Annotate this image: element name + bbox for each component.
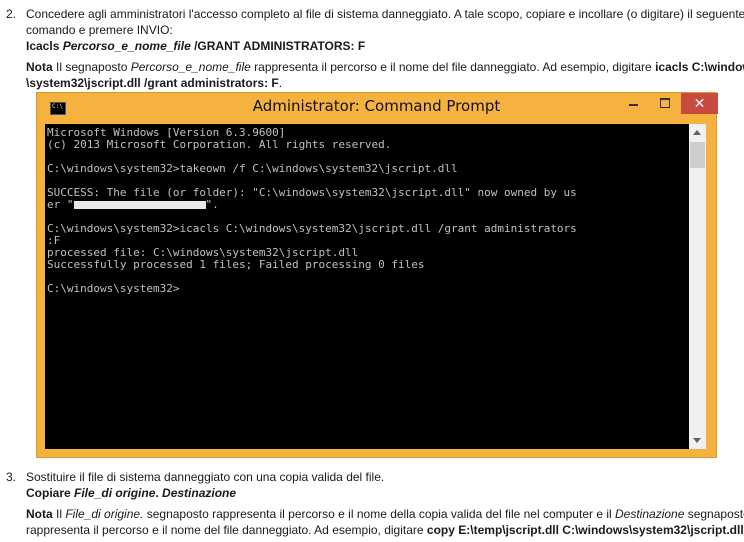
close-button[interactable]: ✕ — [681, 93, 718, 114]
command-prompt-window: Administrator: Command Prompt ✕ Microsof… — [36, 92, 718, 458]
step-3-note-text-2: segnaposto rappresenta il percorso e il … — [143, 507, 615, 521]
scroll-up-arrow-icon[interactable] — [689, 124, 706, 141]
step-3-note-label: Nota — [26, 507, 53, 521]
step-2-command-placeholder: Percorso_e_nome_file — [62, 39, 191, 53]
step-2-command: Icacls Percorso_e_nome_file /GRANT ADMIN… — [26, 38, 365, 54]
step-3-note-line-2-text: rappresenta il percorso e il nome del fi… — [26, 523, 427, 537]
step-2-note-end: . — [278, 76, 283, 90]
step-3-note-text-1: Il — [52, 507, 66, 521]
step-2-text-line-2: comando e premere INVIO: — [26, 23, 173, 37]
step-3-note-line-2: rappresenta il percorso e il nome del fi… — [26, 522, 744, 538]
window-title-bar[interactable]: Administrator: Command Prompt ✕ — [37, 93, 718, 123]
minimize-button[interactable] — [619, 93, 647, 114]
step-3-note-destination: Destinazione — [615, 507, 685, 521]
step-2-text-line-1: Concedere agli amministratori l'accesso … — [26, 7, 744, 21]
step-2-command-prefix: Icacls — [26, 39, 63, 53]
step-3-command-source: File_di origine — [74, 486, 156, 500]
console-output[interactable]: Microsoft Windows [Version 6.3.9600] (c)… — [45, 124, 689, 449]
step-2-command-suffix: /GRANT ADMINISTRATORS: F — [190, 39, 366, 53]
step-3-command-destination: Destinazione — [162, 486, 237, 500]
help-article: 2. Concedere agli amministratori l'acces… — [0, 0, 744, 542]
console-text: Microsoft Windows [Version 6.3.9600] (c)… — [45, 124, 689, 295]
step-3-command: Copiare File_di origine. Destinazione — [26, 485, 236, 501]
step-2-note-label: Nota — [26, 60, 53, 74]
step-2-note-text-2: rappresenta il percorso e il nome del fi… — [250, 60, 656, 74]
step-2-note-example-2: \system32\jscript.dll /grant administrat… — [26, 76, 279, 90]
console-lines: Microsoft Windows [Version 6.3.9600] (c)… — [47, 126, 577, 199]
step-3-note-example: copy E:\temp\jscript.dll C:\windows\syst… — [426, 523, 744, 537]
step-3-text-line-1: Sostituire il file di sistema danneggiat… — [26, 470, 385, 484]
maximize-button[interactable] — [651, 93, 679, 114]
window-title: Administrator: Command Prompt — [252, 97, 501, 115]
console-lines-after: C:\windows\system32>icacls C:\windows\sy… — [47, 222, 577, 295]
scroll-down-arrow-icon[interactable] — [689, 432, 706, 449]
step-2-note-placeholder: Percorso_e_nome_file — [130, 60, 251, 74]
step-3-note-text-3: segnaposto — [684, 507, 744, 521]
step-2-number: 2. — [6, 7, 17, 21]
step-2-note-example-1: icacls C:\windows — [655, 60, 744, 74]
step-3-command-prefix: Copiare — [26, 486, 75, 500]
vertical-scrollbar[interactable] — [689, 124, 706, 449]
redacted-username — [73, 201, 206, 209]
step-3-note-line-1: Nota Il File_di origine. segnaposto rapp… — [26, 506, 744, 522]
console-owner-suffix: ". — [205, 198, 219, 211]
step-2-note-line-2: \system32\jscript.dll /grant administrat… — [26, 75, 282, 91]
step-2-note-line-1: Nota Il segnaposto Percorso_e_nome_file … — [26, 59, 744, 75]
console-owner-prefix: er " — [47, 198, 74, 211]
step-3-note-source: File_di origine. — [65, 507, 144, 521]
scrollbar-thumb[interactable] — [690, 142, 705, 168]
step-2-note-text-1: Il segnaposto — [52, 60, 131, 74]
step-3-number: 3. — [6, 470, 17, 484]
